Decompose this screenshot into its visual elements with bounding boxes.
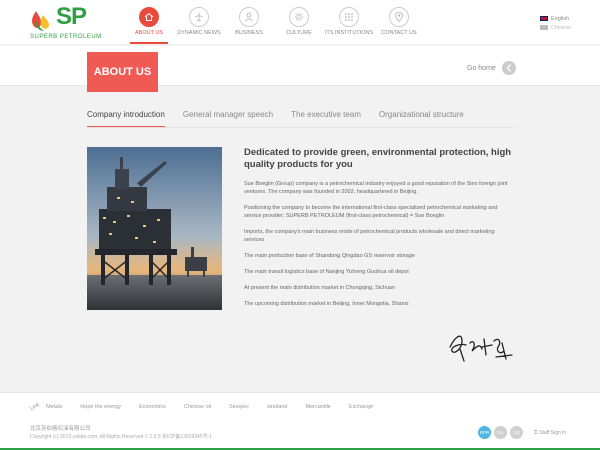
lang-chinese-label: Chinese <box>551 24 572 31</box>
footer-link[interactable]: Hope the energy <box>80 404 121 410</box>
company-name-cn: 北京苏伯格石油有限公司 <box>30 426 91 432</box>
footer-link[interactable]: Economics <box>139 404 166 410</box>
oa-icon[interactable]: OA <box>494 426 507 439</box>
links-heading: Link <box>29 401 41 413</box>
tabs-divider <box>87 127 513 128</box>
footer-link[interactable]: Exchange <box>349 404 373 410</box>
nav-item-dynamic-news[interactable]: DYNAMIC NEWS <box>174 0 224 44</box>
tab-general-manager-speech[interactable]: General manager speech <box>183 105 273 127</box>
go-home-link[interactable]: Go home <box>467 60 516 76</box>
tab-organizational-structure[interactable]: Organizational structure <box>379 105 464 127</box>
location-pin-icon <box>389 7 409 27</box>
footer-links: Link Metals Hope the energy Economics Ch… <box>29 401 391 413</box>
main-nav: ABOUT US DYNAMIC NEWS BUSINESS CULTURE I… <box>124 0 424 44</box>
header: SP SUPERB PETROLEUM ABOUT US DYNAMIC NEW… <box>0 0 600 44</box>
article-paragraph: The main transit logistics base of Nanji… <box>244 269 409 275</box>
grid-icon <box>339 7 359 27</box>
logo-drops-icon <box>32 11 49 31</box>
nav-item-about-us[interactable]: ABOUT US <box>124 0 174 44</box>
nav-item-business[interactable]: BUSINESS <box>224 0 274 44</box>
arrow-left-icon <box>501 61 516 75</box>
staff-sign-in-label: Staff Sign in <box>539 429 567 436</box>
home-icon <box>139 7 159 27</box>
nav-item-contact-us[interactable]: CONTACT US <box>374 0 424 44</box>
article-paragraph: Positioning the company to become the in… <box>244 205 498 219</box>
sun-icon <box>289 7 309 27</box>
sub-tabs: Company introduction General manager spe… <box>87 105 482 128</box>
footer-icons: EPR OA QQ ⚿ Staff Sign in <box>478 426 566 439</box>
footer-link[interactable]: Metals <box>46 404 62 410</box>
footer-link[interactable]: sinoland <box>267 404 288 410</box>
tab-company-introduction[interactable]: Company introduction <box>87 105 165 128</box>
nav-item-its-institutions[interactable]: ITS INSTITUTIONS <box>324 0 374 44</box>
article-paragraph: The upcoming distribution market in Beij… <box>244 301 409 307</box>
staff-sign-in-link[interactable]: ⚿ Staff Sign in <box>534 430 566 436</box>
lang-english[interactable]: English <box>540 14 571 23</box>
cn-flag-icon <box>540 25 548 30</box>
qq-icon[interactable]: QQ <box>510 426 523 439</box>
article: Dedicated to provide green, environmenta… <box>244 147 516 316</box>
footer: Link Metals Hope the energy Economics Ch… <box>0 392 600 450</box>
article-heading: Dedicated to provide green, environmenta… <box>244 147 512 170</box>
signature-image <box>449 335 513 362</box>
copyright-text: Copyright (c) 2013 yabbe.com. All Rights… <box>30 434 213 440</box>
article-paragraph: Sue Boeglin (Group) company is a petroch… <box>244 181 508 195</box>
logo[interactable]: SP SUPERB PETROLEUM <box>30 3 120 41</box>
epr-icon[interactable]: EPR <box>478 426 491 439</box>
footer-link[interactable]: Mercantile <box>305 404 330 410</box>
plane-icon <box>189 7 209 27</box>
footer-link[interactable]: Chinese oil <box>184 404 211 410</box>
section-title: ABOUT US <box>87 52 158 92</box>
tab-executive-team[interactable]: The executive team <box>291 105 361 127</box>
language-switcher: English Chinese <box>540 14 571 32</box>
nav-label: CONTACT US <box>381 30 417 36</box>
oil-platform-photo <box>87 147 222 310</box>
logo-text: SP <box>56 3 87 30</box>
lang-english-label: English <box>551 15 570 22</box>
footer-link[interactable]: Sinopec <box>229 404 249 410</box>
article-paragraph: The main production base of Shandong Qin… <box>244 253 415 259</box>
brand-name: SUPERB PETROLEUM <box>30 34 102 40</box>
nav-item-culture[interactable]: CULTURE <box>274 0 324 44</box>
go-home-label: Go home <box>467 64 496 72</box>
person-icon <box>239 7 259 27</box>
lang-chinese[interactable]: Chinese <box>540 23 571 32</box>
uk-flag-icon <box>540 16 548 21</box>
article-paragraph: Imports, the company's main business mod… <box>244 229 495 243</box>
article-paragraph: At present the main distribution market … <box>244 285 396 291</box>
